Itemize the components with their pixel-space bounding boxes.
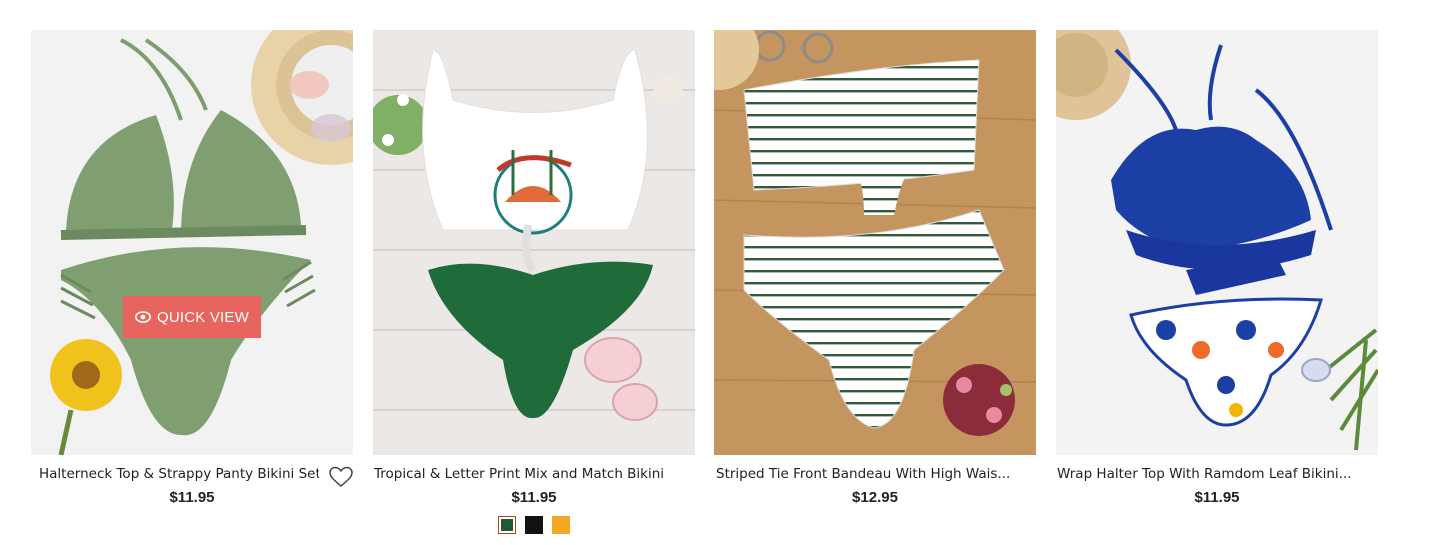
color-swatch-green[interactable]: [498, 516, 516, 534]
product-image[interactable]: [1056, 30, 1378, 455]
product-price: $11.95: [1194, 489, 1240, 506]
eye-icon: [134, 311, 151, 323]
product-price: $12.95: [852, 489, 898, 506]
product-price: $11.95: [511, 489, 557, 506]
product-grid: QUICK VIEW Halterneck Top & Strappy Pant…: [31, 30, 1379, 540]
quick-view-button[interactable]: QUICK VIEW: [123, 296, 261, 338]
product-image[interactable]: [714, 30, 1036, 455]
product-title[interactable]: Striped Tie Front Bandeau With High Wais…: [716, 466, 1016, 486]
product-title[interactable]: Tropical & Letter Print Mix and Match Bi…: [374, 466, 694, 486]
product-price: $11.95: [169, 489, 215, 506]
heart-icon[interactable]: [329, 466, 353, 488]
product-image[interactable]: [31, 30, 353, 455]
quick-view-label: QUICK VIEW: [156, 308, 249, 326]
color-swatches: [373, 516, 695, 534]
product-image[interactable]: [373, 30, 695, 455]
color-swatch-yellow[interactable]: [552, 516, 570, 534]
color-swatch-black[interactable]: [525, 516, 543, 534]
product-title[interactable]: Halterneck Top & Strappy Panty Bikini Se…: [39, 466, 319, 486]
product-title[interactable]: Wrap Halter Top With Ramdom Leaf Bikini.…: [1057, 466, 1357, 486]
